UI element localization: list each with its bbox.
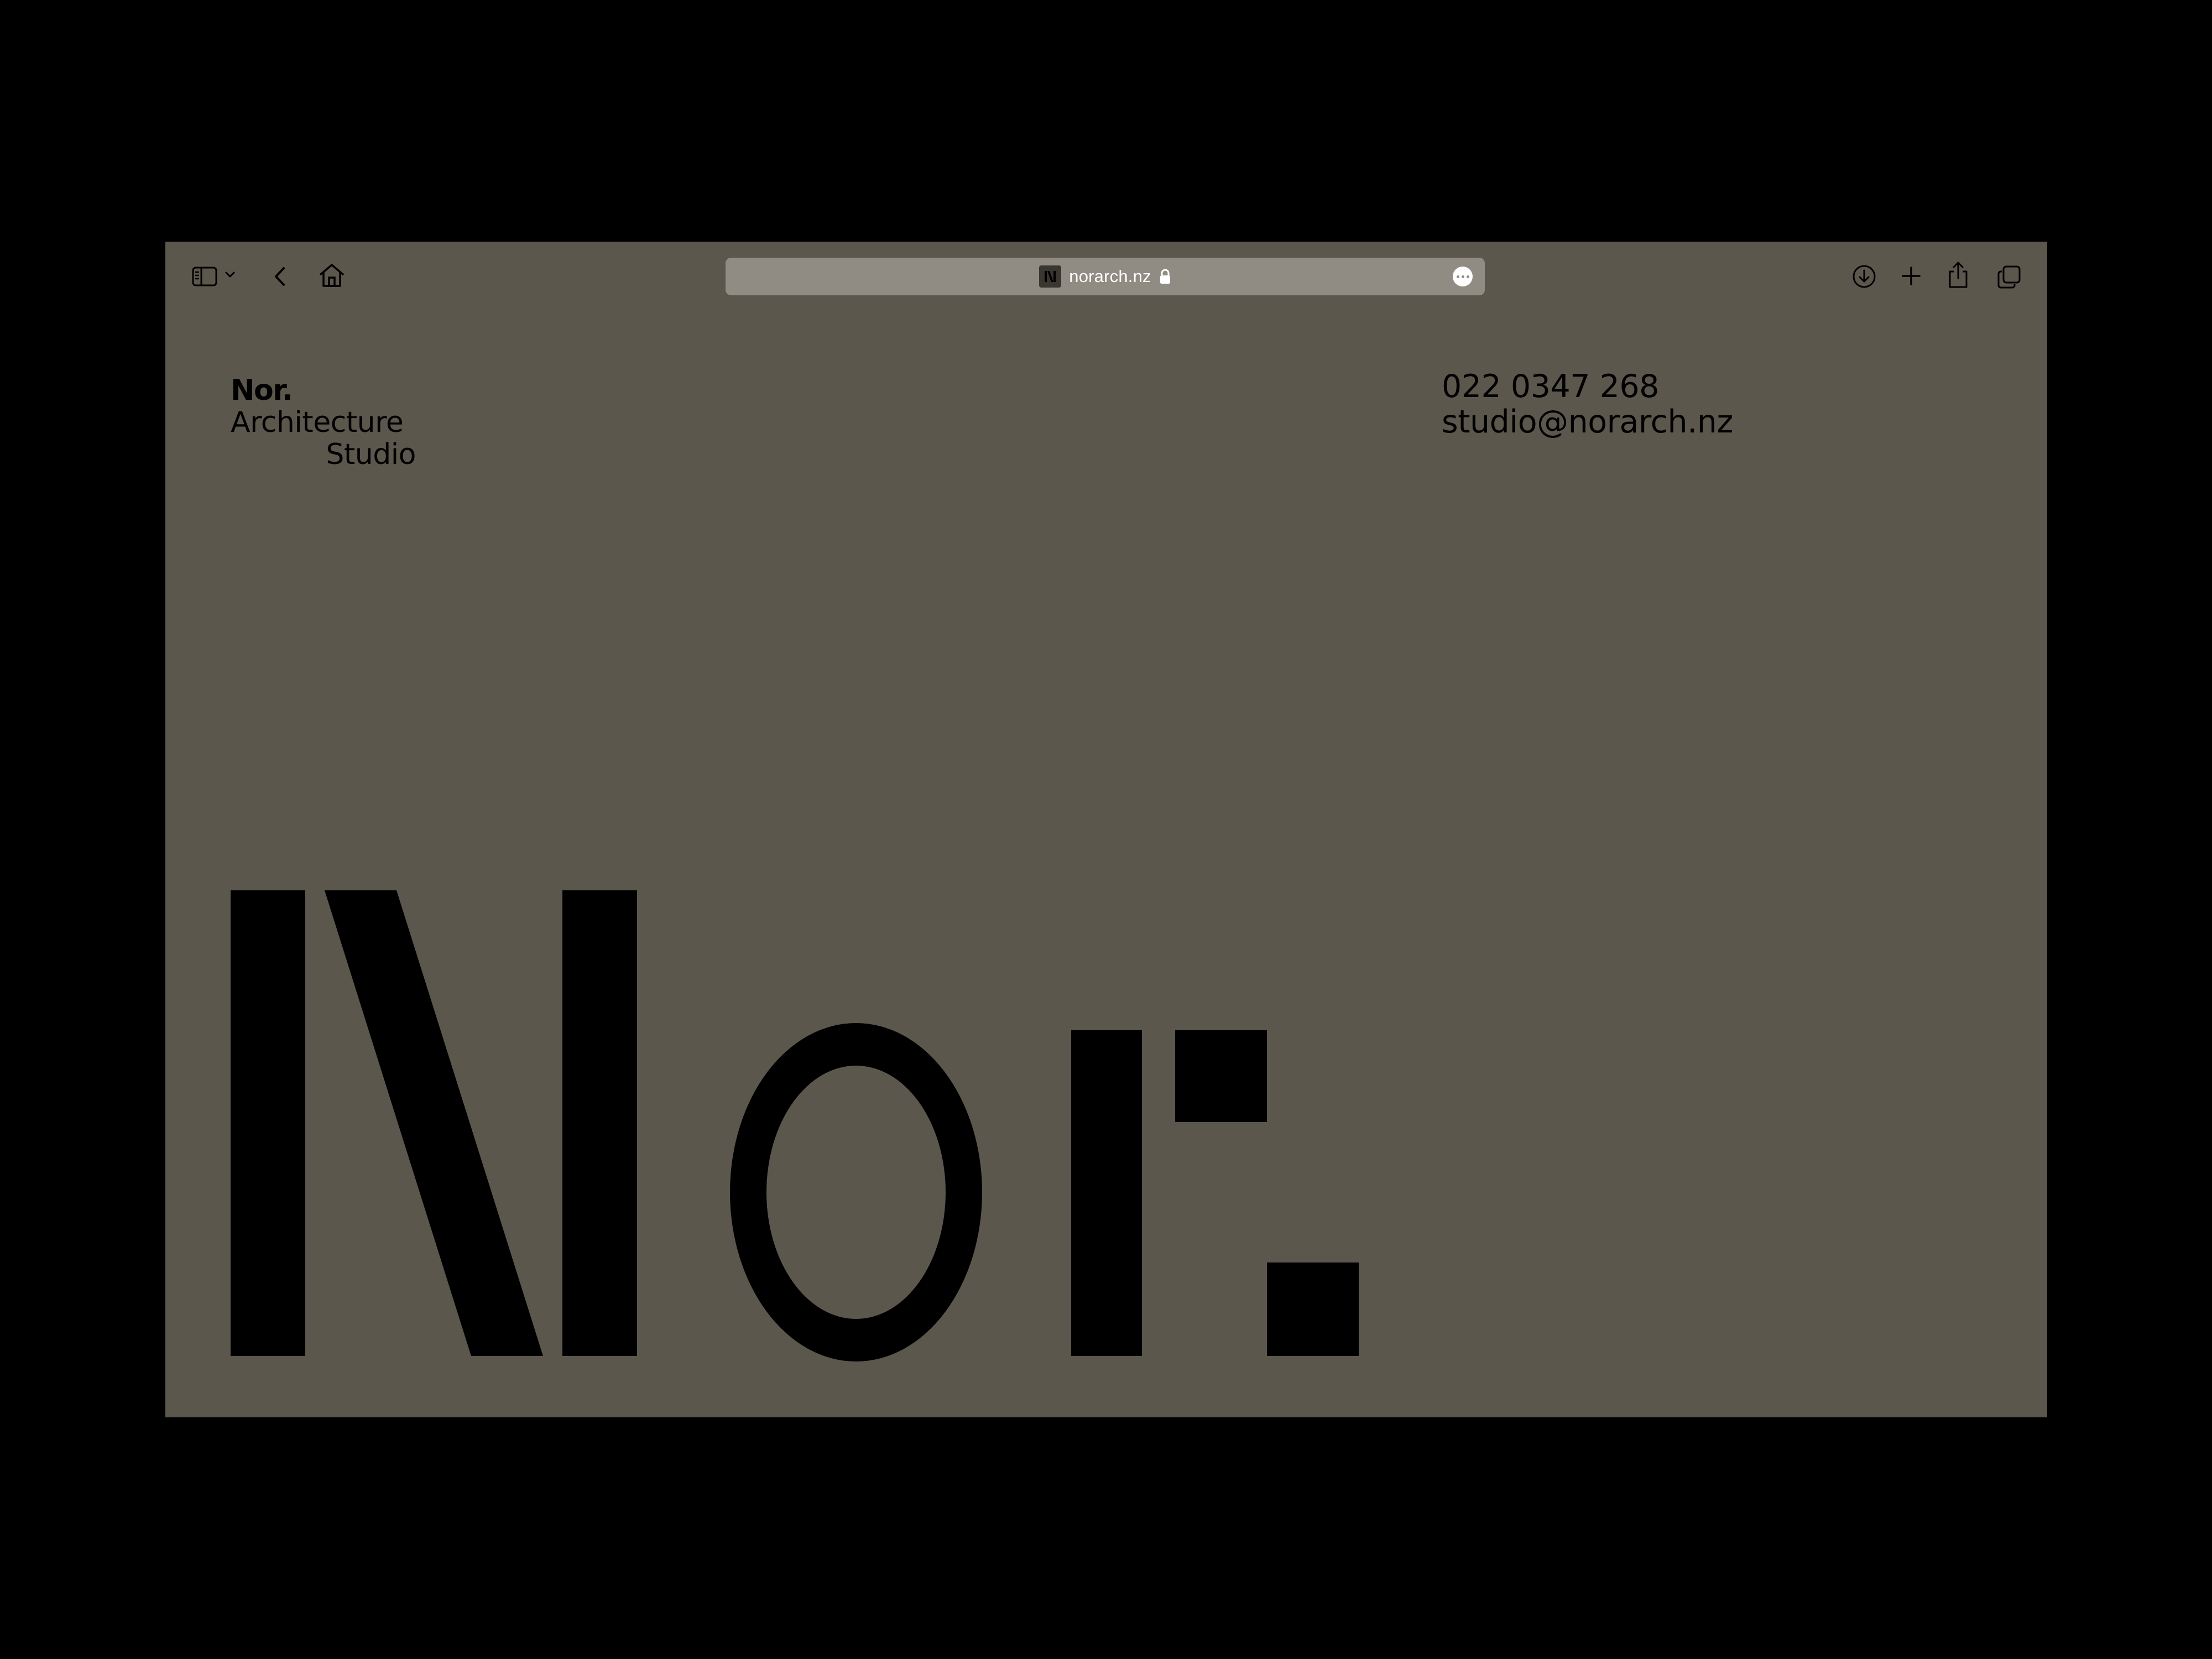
logo-line-studio: Studio — [326, 438, 416, 471]
sidebar-icon[interactable] — [192, 267, 217, 286]
tabs-overview-icon[interactable] — [1996, 264, 2022, 290]
phone-link[interactable]: 022 0347 268 — [1442, 369, 1733, 404]
home-icon[interactable] — [319, 262, 345, 289]
site-logo[interactable]: Nor. Architecture Studio — [231, 374, 416, 471]
site-favicon — [1039, 265, 1062, 288]
share-icon[interactable] — [1947, 260, 1970, 289]
logo-wordmark: Nor. — [231, 374, 293, 407]
url-text: norarch.nz — [1069, 267, 1151, 286]
lock-icon — [1159, 268, 1171, 285]
download-icon[interactable] — [1851, 264, 1877, 289]
browser-window: norarch.nz Nor. Architecture Studio 022 … — [165, 242, 2047, 1417]
email-link[interactable]: studio@norarch.nz — [1442, 404, 1733, 440]
page-menu-button[interactable] — [1453, 267, 1473, 286]
hero-wordmark — [231, 890, 1364, 1371]
contact-block: 022 0347 268 studio@norarch.nz — [1442, 369, 1733, 440]
new-tab-icon[interactable] — [1900, 265, 1922, 287]
chevron-down-icon[interactable] — [224, 270, 236, 279]
logo-line-architecture: Architecture — [231, 406, 404, 439]
back-icon[interactable] — [273, 264, 287, 289]
address-bar[interactable]: norarch.nz — [726, 258, 1485, 295]
